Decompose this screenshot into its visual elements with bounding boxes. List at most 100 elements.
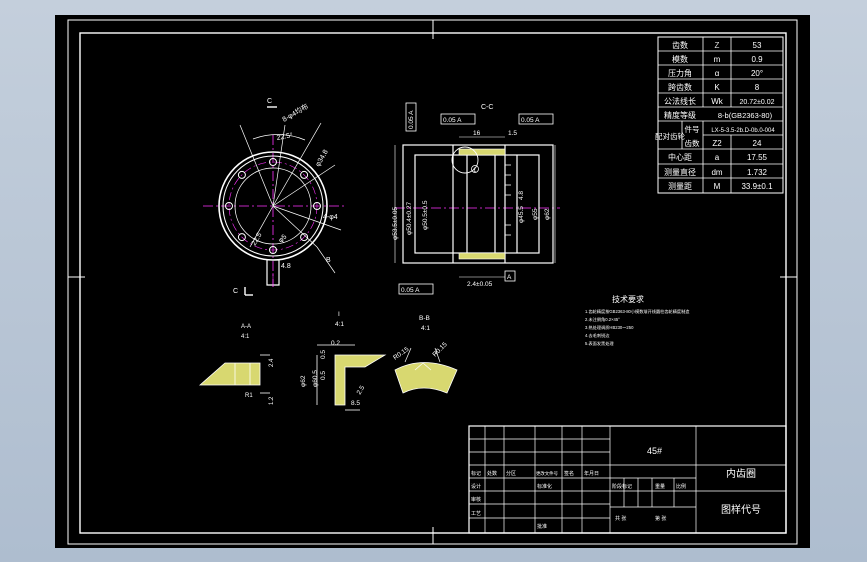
inner-frame [79, 32, 787, 534]
gear-teeth-bottom [458, 252, 506, 260]
section-dim: φ53.5±0.05 [392, 207, 399, 240]
title-drawing-code: 图样代号 [721, 503, 761, 516]
tb-col-label: 签名 [564, 470, 574, 477]
tb-sheet-number: 第 张 [655, 515, 666, 522]
tb-col-label: 分区 [506, 470, 516, 477]
tech-line: 2.未注倒角0.2×45° [585, 316, 620, 323]
section-dim: φ45.5 [518, 206, 525, 223]
tb-stage-label: 比例 [676, 483, 686, 490]
front-dim: 4-φ4 [323, 214, 338, 221]
title-part-name: 内齿圈 [726, 467, 756, 480]
param-symbol: Z [715, 41, 720, 50]
front-view: C C B 8-φ4均布 22.5° φ34.8 4-φ4 22.5 φ5 4.… [203, 98, 345, 296]
detail2-title: I [338, 311, 340, 318]
detail2-dim: 0.5 [320, 371, 327, 380]
param-value: 20° [751, 69, 763, 78]
section-dim: φ50.5±0.5 [422, 200, 429, 230]
tb-col-label: 年月日 [584, 470, 599, 477]
tb-stage-label: 重量 [655, 483, 665, 490]
section-dim: 1.5 [508, 130, 517, 137]
param-value: 17.55 [747, 153, 768, 162]
section-dim: 2.4±0.05 [467, 281, 493, 288]
section-dim: φ62 [544, 208, 551, 220]
param-name: 公法线长 [664, 96, 696, 106]
param-value: 8-b(GB2363-80) [718, 111, 773, 120]
front-dim: 22.5 [251, 232, 264, 247]
tech-line: 1.齿轮精度按GB2363-80小模数渐开线圆柱齿轮精度制造 [585, 308, 690, 315]
param-symbol: M [714, 182, 721, 191]
param-name: 测量距 [668, 182, 692, 191]
detail1-dim: R1 [245, 393, 253, 399]
param-name: 跨齿数 [668, 82, 692, 92]
tb-row-label: 设计 [471, 483, 481, 490]
param-name: 精度等级 [664, 110, 696, 120]
front-dim: 22.5° [276, 131, 294, 142]
balloon-label: 1 [473, 168, 477, 174]
param-name: 测量直径 [664, 167, 696, 177]
section-title: C-C [481, 104, 493, 111]
pair-item1: 件号 [685, 124, 700, 134]
pair-value1: LX-5-3.5-2b.D-0b.0-004 [711, 128, 775, 134]
technical-requirements: 技术要求 1.齿轮精度按GB2363-80小模数渐开线圆柱齿轮精度制造 2.未注… [585, 294, 690, 347]
title-material: 45# [647, 446, 662, 456]
detail2-dim: φ60.5 [312, 370, 319, 387]
param-symbol: α [715, 69, 720, 78]
tb-col-label: 处数 [487, 470, 497, 477]
pair-item2: 齿数 [685, 138, 700, 148]
tb-row-label: 标记 [471, 470, 481, 477]
tech-line: 3.热处理调质HB230～250 [585, 324, 634, 331]
detail2-dim: φ62 [300, 375, 307, 387]
param-name: 齿数 [672, 40, 688, 50]
gear-parameter-table: 齿数 Z 53 模数 m 0.9 压力角 α 20° 跨齿数 K 8 公法线长 … [655, 36, 784, 194]
section-dim: 4.8 [518, 191, 525, 200]
detail1-title: A-A [241, 324, 251, 330]
detail-view-2: I 4:1 φ62 φ60.5 0.5 0.5 8.5 2.5 0.2 [300, 311, 387, 411]
tech-line: 4.去毛刺锐边 [585, 332, 610, 339]
tb-row-label: 审核 [471, 496, 481, 503]
tol-frame-3: 0.05 A [521, 117, 540, 124]
section-dim: φ50.4±0.27 [406, 202, 413, 235]
cad-viewport[interactable]: 齿数 Z 53 模数 m 0.9 压力角 α 20° 跨齿数 K 8 公法线长 … [0, 0, 867, 562]
section-dim: 16 [473, 130, 481, 137]
tb-col-label: 更改文件号 [536, 470, 559, 477]
section-dim: φ55 [532, 208, 539, 220]
detail1-scale: 4:1 [241, 334, 250, 340]
tol-frame-4: 0.05 A [401, 287, 420, 294]
param-symbol: a [715, 153, 720, 162]
tb-col-label: 标准化 [537, 483, 552, 490]
datum-a: A [507, 274, 512, 281]
detail3-dim: R0.15 [392, 346, 411, 362]
param-symbol: m [714, 55, 721, 64]
side-teeth [505, 164, 511, 236]
detail2-dim: 0.5 [320, 350, 327, 359]
param-value: 53 [753, 41, 762, 50]
cut-label-c-bottom: C [233, 288, 238, 295]
param-value: 1.732 [747, 168, 768, 177]
detail-view-3: B-B 4:1 R0.15 R0.15 [392, 315, 458, 394]
tb-sheet-total: 共 张 [615, 515, 626, 522]
tb-row-label: 工艺 [471, 511, 481, 517]
cut-plane-marks [244, 106, 277, 296]
tol-frame-1: 0.05 A [408, 110, 415, 129]
detail3-scale: 4:1 [421, 325, 430, 332]
detail-view-1: A-A 4:1 2.4 1.2 R1 [198, 324, 275, 405]
tb-col-label: 批准 [537, 523, 547, 530]
param-value: 8 [755, 83, 760, 92]
tech-line: 5.表面发黑处理 [585, 340, 614, 347]
param-value: 33.9±0.1 [741, 182, 773, 191]
tb-stage-label: 阶段标记 [612, 483, 632, 490]
cut-label-b: B [326, 257, 331, 264]
tol-frame-2: 0.05 A [443, 117, 462, 124]
pair-value2: 24 [753, 139, 762, 148]
detail2-dim: 2.5 [356, 384, 367, 396]
detail3-dim: R0.15 [431, 341, 448, 358]
front-dim: φ5 [277, 233, 288, 244]
drawing-canvas: 齿数 Z 53 模数 m 0.9 压力角 α 20° 跨齿数 K 8 公法线长 … [67, 19, 798, 545]
detail2-dim: 0.2 [331, 340, 340, 347]
param-value: 20.72±0.02 [740, 99, 775, 106]
detail2-dim: 8.5 [351, 400, 360, 407]
drawing-sheet: 齿数 Z 53 模数 m 0.9 压力角 α 20° 跨齿数 K 8 公法线长 … [55, 15, 810, 548]
pair-label: 配对齿轮 [655, 131, 685, 141]
param-name: 中心距 [668, 152, 692, 162]
tech-title: 技术要求 [612, 294, 644, 304]
